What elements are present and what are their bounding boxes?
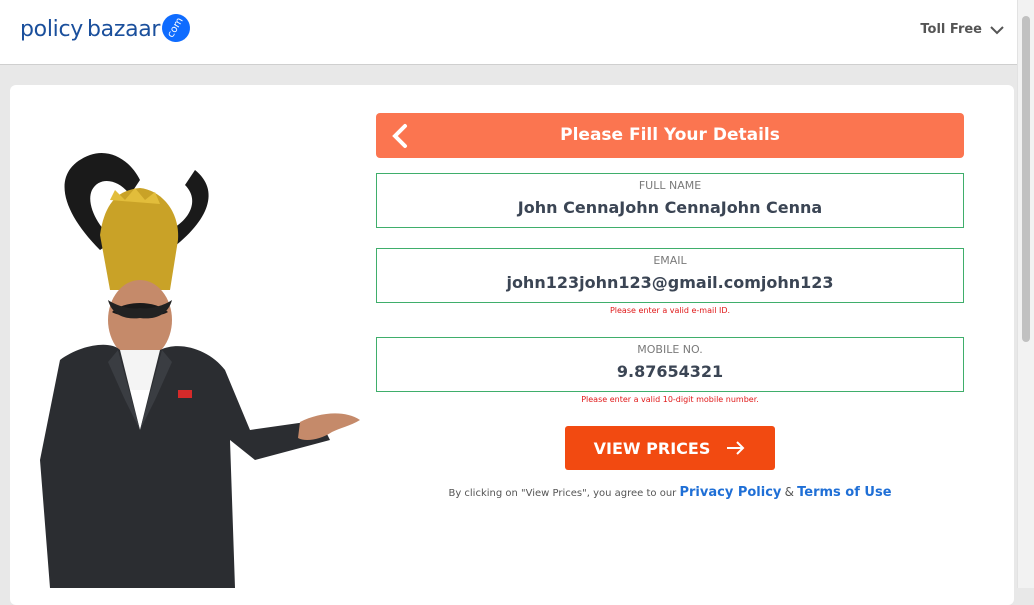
mobile-label: MOBILE NO. [637, 343, 703, 356]
policybazaar-logo[interactable]: policy bazaar com [20, 8, 196, 48]
toll-free-label: Toll Free [920, 22, 982, 37]
terms-prefix: By clicking on "View Prices", you agree … [448, 488, 677, 499]
mascot-illustration [40, 152, 360, 588]
full-name-label: FULL NAME [638, 179, 702, 192]
full-name-field: FULL NAME [376, 173, 964, 228]
form-title: Please Fill Your Details [560, 125, 780, 145]
email-error: Please enter a valid e-mail ID. [609, 306, 731, 315]
page-scrollbar[interactable] [1017, 0, 1034, 588]
full-name-input[interactable] [377, 198, 963, 217]
mobile-input[interactable] [377, 362, 963, 381]
arrow-right-icon [727, 441, 745, 455]
terms-of-use-link[interactable]: Terms of Use [797, 485, 891, 500]
form-header: Please Fill Your Details [376, 113, 964, 158]
toll-free-dropdown[interactable]: Toll Free [920, 22, 1004, 37]
top-navbar: policy bazaar com Toll Free [0, 0, 1018, 65]
email-label: EMAIL [653, 254, 687, 267]
privacy-policy-link[interactable]: Privacy Policy [679, 485, 781, 500]
scrollbar-thumb[interactable] [1022, 16, 1030, 342]
mobile-error: Please enter a valid 10-digit mobile num… [581, 395, 759, 404]
logo-com-badge: com [157, 8, 196, 48]
email-field: EMAIL [376, 248, 964, 303]
terms-text: By clicking on "View Prices", you agree … [376, 485, 964, 500]
terms-ampersand: & [784, 485, 794, 499]
email-input[interactable] [377, 273, 963, 292]
view-prices-label: VIEW PRICES [593, 438, 711, 458]
mobile-field: MOBILE NO. [376, 337, 964, 392]
logo-text-policy: policy [20, 16, 83, 42]
logo-text-bazaar: bazaar [86, 16, 161, 42]
view-prices-button[interactable]: VIEW PRICES [565, 426, 775, 470]
chevron-down-icon [990, 25, 1004, 34]
